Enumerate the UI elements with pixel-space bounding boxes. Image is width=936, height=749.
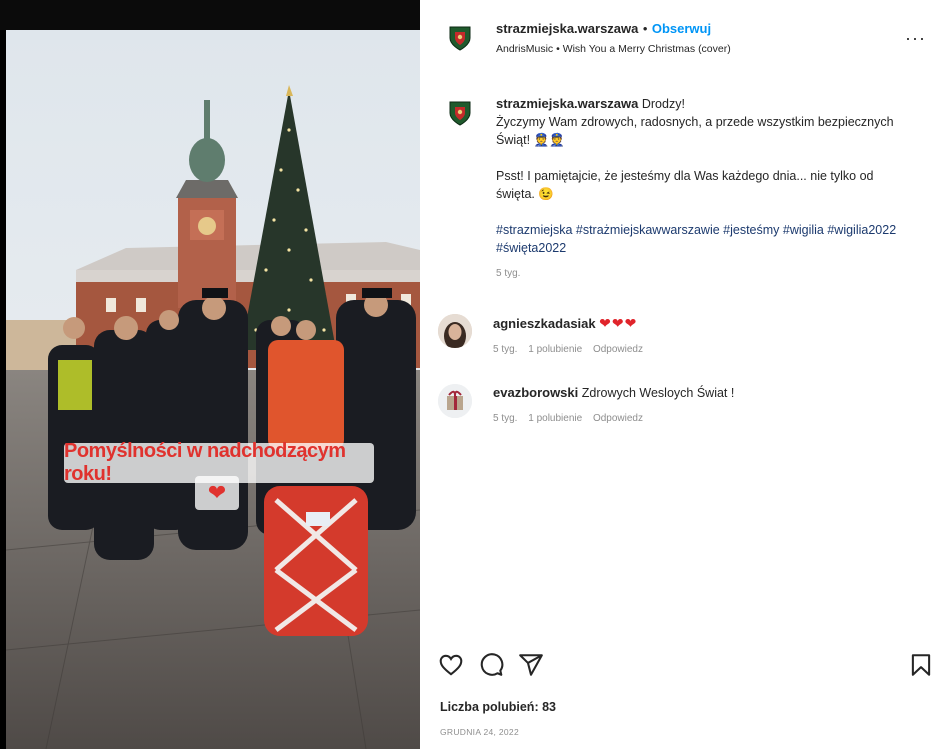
caption-line-greeting: Drodzy! (641, 97, 685, 111)
caption-line-psst: Psst! I pamiętajcie, że jesteśmy dla Was… (496, 169, 874, 201)
caption-time[interactable]: 5 tyg. (496, 265, 914, 283)
comment-text: ❤❤❤ (599, 315, 638, 331)
comment-body: agnieszkadasiak ❤❤❤ 5 tyg. 1 polubienie … (493, 314, 913, 359)
paper-plane-icon[interactable] (518, 652, 544, 678)
audio-track-label[interactable]: AndrisMusic • Wish You a Merry Christmas… (496, 43, 896, 55)
commenter-avatar[interactable] (438, 384, 472, 418)
comment-likes[interactable]: 1 polubienie (528, 344, 582, 355)
story-heart-sticker: ❤ (195, 476, 239, 510)
comment-body: evazborowski Zdrowych Wesloych Świat ! 5… (493, 384, 913, 428)
profile-photo-icon (438, 314, 472, 348)
post-photo[interactable] (6, 30, 420, 749)
comment-likes[interactable]: 1 polubienie (528, 413, 582, 424)
author-username[interactable]: strazmiejska.warszawa (496, 21, 638, 36)
bookmark-icon[interactable] (908, 652, 934, 678)
heart-outline-icon[interactable] (438, 652, 464, 678)
separator-dot: • (642, 21, 648, 36)
reply-button[interactable]: Odpowiedz (593, 413, 643, 424)
post-media[interactable]: Pomyślności w nadchodzącym roku! ❤ (0, 0, 420, 749)
city-guard-logo-icon (449, 101, 471, 126)
comment-meta: 5 tyg. 1 polubienie Odpowiedz (493, 410, 913, 428)
comment-time[interactable]: 5 tyg. (493, 413, 517, 424)
reply-button[interactable]: Odpowiedz (593, 344, 643, 355)
commenter-avatar[interactable] (438, 314, 472, 348)
caption-username[interactable]: strazmiejska.warszawa (496, 96, 638, 111)
comment-meta: 5 tyg. 1 polubienie Odpowiedz (493, 341, 913, 359)
media-top-bar (0, 0, 420, 30)
caption-text: strazmiejska.warszawa Drodzy! Życzymy Wa… (496, 95, 914, 283)
author-avatar[interactable] (444, 22, 476, 54)
more-options-icon[interactable]: ··· (905, 28, 926, 49)
comment-text: Zdrowych Wesloych Świat ! (581, 386, 735, 400)
caption-line-wishes: Życzymy Wam zdrowych, radosnych, a przed… (496, 115, 894, 147)
comment-time[interactable]: 5 tyg. (493, 344, 517, 355)
post-actions-bar (436, 652, 936, 682)
caption-author-avatar[interactable] (444, 97, 476, 129)
gift-photo-icon (438, 384, 472, 418)
likes-count[interactable]: Liczba polubień: 83 (440, 700, 556, 714)
comment-username[interactable]: evazborowski (493, 385, 578, 400)
caption-hashtags[interactable]: #strazmiejska #strażmiejskawwarszawie #j… (496, 221, 914, 257)
comment-username[interactable]: agnieszkadasiak (493, 316, 596, 331)
city-guard-logo-icon (449, 26, 471, 51)
post-header: strazmiejska.warszawa • Obserwuj AndrisM… (444, 20, 924, 60)
post-date[interactable]: GRUDNIA 24, 2022 (440, 727, 519, 737)
post-side-panel: strazmiejska.warszawa • Obserwuj AndrisM… (420, 0, 936, 749)
follow-button[interactable]: Obserwuj (652, 21, 711, 36)
speech-bubble-icon[interactable] (478, 652, 504, 678)
